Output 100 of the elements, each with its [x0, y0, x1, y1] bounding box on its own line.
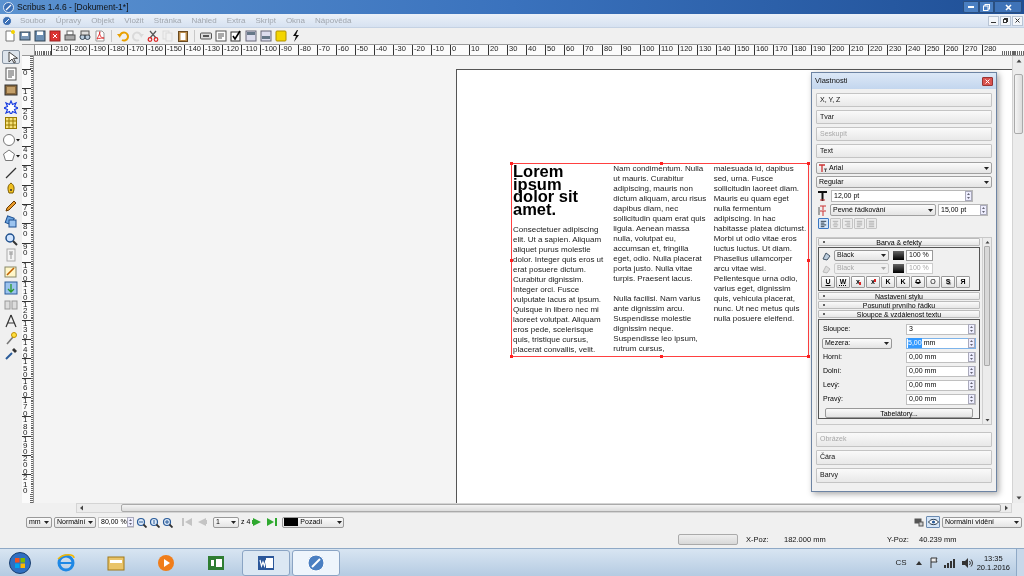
mdi-minimize-button[interactable] — [988, 15, 999, 26]
tray-expand-icon[interactable] — [914, 559, 923, 566]
link-frames-icon — [4, 281, 18, 295]
button-field-icon[interactable] — [200, 30, 212, 42]
caret-icon — [44, 520, 49, 524]
vertical-scrollbar[interactable] — [1012, 56, 1024, 503]
spin-arrows-icon[interactable] — [968, 380, 975, 390]
tool-button[interactable] — [2, 99, 20, 114]
spin-arrows-icon[interactable] — [965, 191, 972, 201]
tool-button[interactable] — [2, 215, 20, 229]
eye-icon — [927, 518, 939, 526]
open-document-icon[interactable] — [19, 30, 31, 42]
spin-arrows-icon[interactable] — [968, 366, 975, 376]
spin-arrows-icon[interactable] — [968, 324, 975, 334]
caret-icon — [337, 520, 343, 524]
close-icon — [985, 78, 990, 84]
spin-arrows-icon[interactable] — [968, 394, 975, 404]
zoom-in-icon[interactable] — [162, 516, 173, 528]
spin-arrows-icon[interactable] — [980, 205, 987, 215]
save-icon[interactable] — [34, 30, 46, 42]
close-icon — [1004, 3, 1012, 11]
spin-arrows-icon[interactable] — [126, 517, 134, 527]
scrollbar-thumb[interactable] — [1014, 74, 1023, 134]
status-message-area — [678, 534, 738, 545]
ruler-label: 50 — [22, 166, 28, 180]
list-box-icon[interactable] — [260, 30, 272, 42]
print-icon[interactable] — [64, 30, 76, 42]
scrollbar-thumb[interactable] — [121, 504, 1001, 512]
text-frame-icon — [4, 66, 18, 81]
tool-button[interactable] — [2, 50, 20, 64]
alignment-button[interactable] — [818, 218, 829, 229]
align-right-icon — [843, 218, 852, 229]
scissors-icon[interactable] — [147, 30, 159, 42]
mdi-close-button[interactable] — [1012, 15, 1023, 26]
shade-swatch — [893, 251, 904, 260]
tool-button[interactable] — [2, 83, 20, 97]
bullet-icon — [821, 302, 827, 308]
text-field-icon[interactable] — [215, 30, 227, 42]
resize-handle[interactable] — [660, 162, 663, 165]
eyedropper-icon — [4, 347, 18, 361]
lightning-icon[interactable] — [290, 30, 302, 42]
maximize-button[interactable] — [979, 1, 994, 13]
scrollbar[interactable] — [982, 238, 991, 424]
bullet-icon — [821, 293, 827, 299]
close-document-icon[interactable] — [49, 30, 61, 42]
signal-bars-icon[interactable] — [943, 557, 956, 568]
preflight-icon[interactable] — [79, 30, 91, 42]
ruler-label: 110 — [22, 282, 28, 302]
language-indicator[interactable]: CS — [895, 556, 907, 569]
render-frame-icon — [4, 99, 18, 114]
undo-icon[interactable] — [117, 30, 129, 42]
pdf-icon[interactable] — [94, 30, 106, 42]
polygon-icon — [2, 149, 20, 163]
preview-mode-button[interactable] — [926, 516, 940, 528]
paragraph: Nam condimentum. Nulla ut mauris. Curabitur adipiscing, mauris non dictum aliquam, arcu risus dapibus diam, nec sollicitudin quam erat quis ligula. Aenean massa nulla, volutpat eu, accumsan et, fringilla eget, odio. Nulla placerat porta justo. Nulla vitae turpis. Praesent lacus. — [613, 164, 707, 284]
flag-icon[interactable] — [928, 557, 939, 568]
paragraph: Consectetuer adipiscing elit. Ut a sapien. Aliquam aliquet purus molestie dolor. Integer quis eros ut erat posuere dictum. Curabitur dignissim. Integer orci. Fusce vulputate lacus at ipsum. Quisque in libero nec mi laoreet volutpat. Aliquam eros pede, scelerisque quis, tristique cursus, placerat convallis, velit. — [513, 225, 605, 355]
window-title: Scribus 1.4.6 - [Dokument-1*] — [17, 2, 129, 12]
resize-handle[interactable] — [510, 355, 513, 358]
text-frame[interactable] — [511, 163, 809, 357]
scroll-down-icon — [983, 416, 991, 424]
minimize-icon — [968, 6, 974, 8]
paste-icon[interactable] — [177, 30, 189, 42]
tool-button[interactable] — [2, 149, 20, 163]
ruler-label: 30 — [22, 127, 28, 141]
app-logo-icon — [2, 15, 12, 26]
zoom-actual-size-icon[interactable] — [149, 516, 160, 528]
app-logo-icon — [3, 1, 14, 13]
preview-settings-icon[interactable] — [914, 517, 924, 527]
last-page-icon[interactable] — [266, 516, 279, 528]
taskbar-app-button[interactable] — [242, 549, 290, 576]
heading: Lorem ipsum dolor sit amet. — [513, 165, 580, 215]
scrollbar-thumb[interactable] — [984, 246, 990, 366]
resize-handle[interactable] — [807, 162, 810, 165]
minimize-button[interactable] — [963, 1, 979, 13]
magic-wand-icon — [4, 330, 18, 345]
panel-close-button[interactable] — [982, 76, 993, 86]
justify-icon — [855, 218, 864, 229]
mdi-restore-button[interactable] — [1000, 15, 1011, 26]
taskbar-app-button[interactable] — [292, 549, 340, 576]
rotate-icon — [4, 215, 18, 229]
ruler-label: 100 — [22, 262, 28, 283]
checkbox-icon[interactable] — [230, 30, 242, 42]
horizontal-scrollbar[interactable] — [76, 503, 1012, 513]
pencil-icon — [4, 198, 18, 213]
spin-arrows-icon[interactable] — [968, 338, 975, 348]
shade-swatch — [893, 264, 904, 273]
caret-icon — [231, 520, 236, 524]
speaker-icon[interactable] — [960, 557, 973, 568]
spin-arrows-icon[interactable] — [968, 352, 975, 362]
pen-nib-app-icon — [306, 552, 326, 573]
resize-handle[interactable] — [660, 355, 663, 358]
resize-handle[interactable] — [510, 259, 513, 262]
ruler-label: 80 — [22, 224, 28, 238]
zoom-out-icon[interactable] — [136, 516, 147, 528]
resize-handle[interactable] — [807, 355, 810, 358]
close-button[interactable] — [994, 1, 1022, 13]
resize-handle[interactable] — [807, 259, 810, 262]
tool-button[interactable] — [2, 231, 20, 246]
resize-handle[interactable] — [510, 162, 513, 165]
